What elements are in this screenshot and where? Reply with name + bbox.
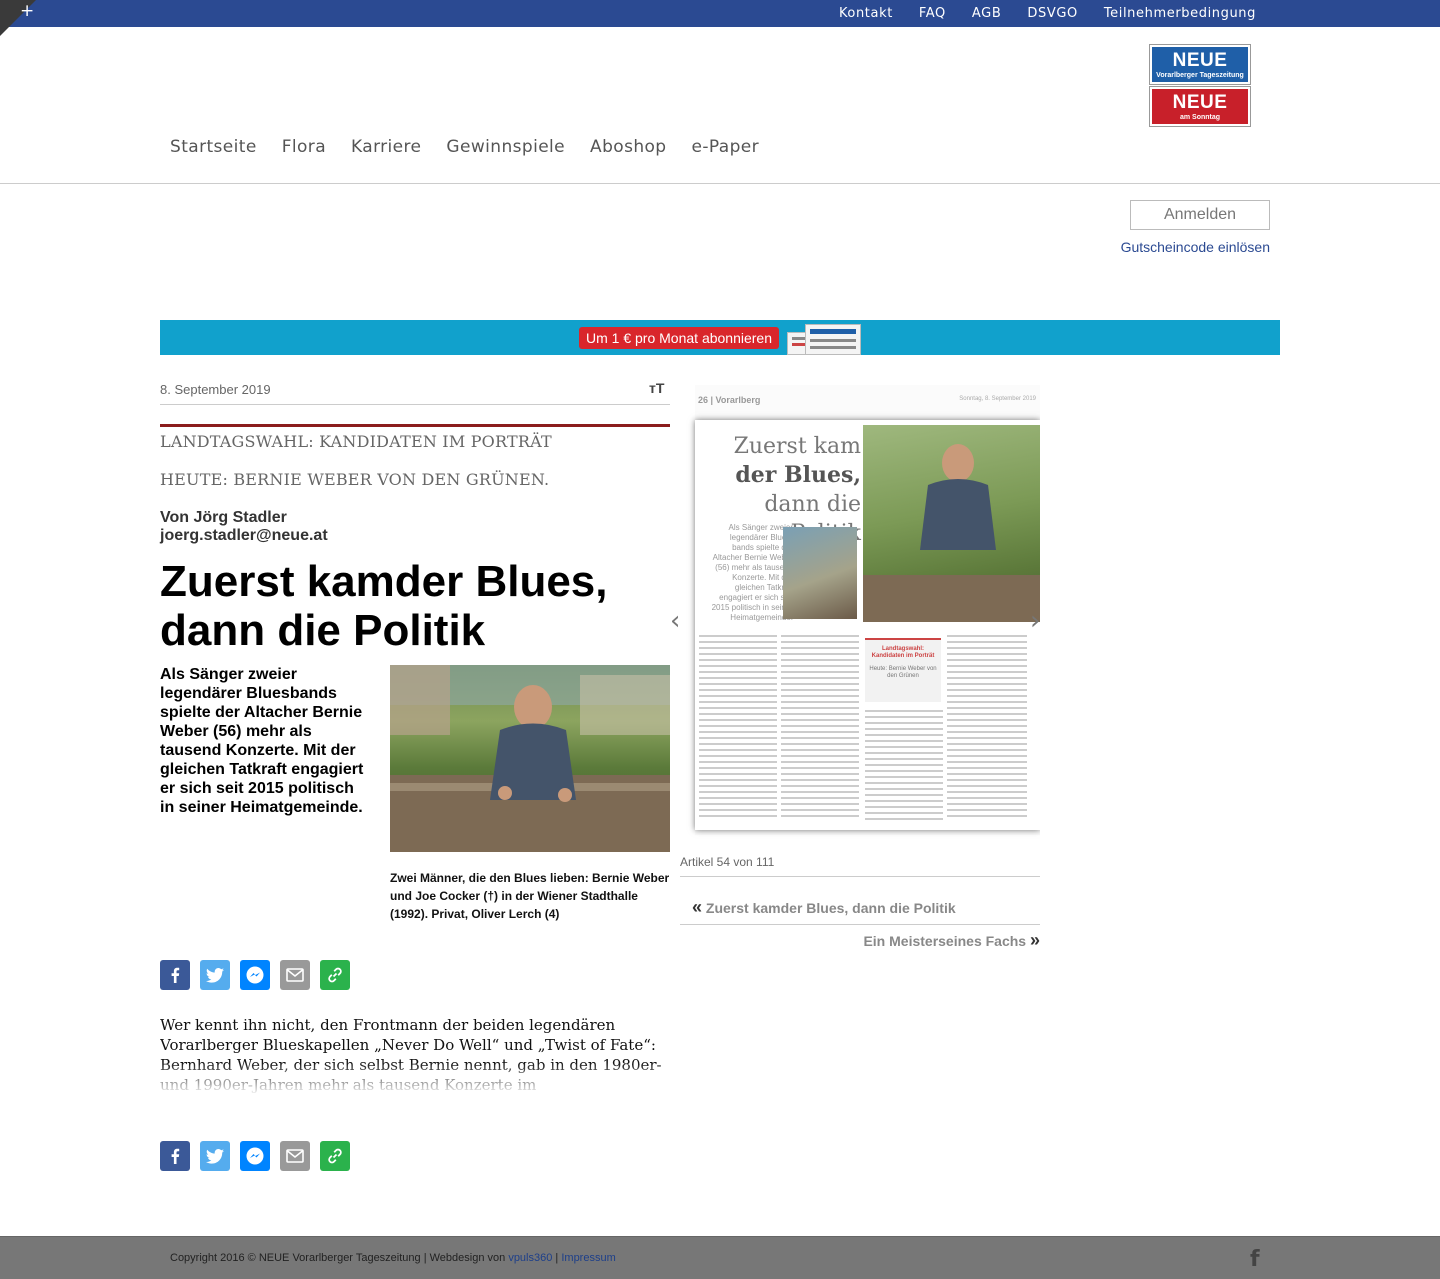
- epaper-page-header: 26 | Vorarlberg: [698, 395, 761, 405]
- impressum-link[interactable]: Impressum: [561, 1252, 615, 1264]
- font-size-icon[interactable]: тT: [649, 380, 664, 396]
- nav-karriere[interactable]: Karriere: [351, 137, 421, 157]
- messenger-icon: [246, 966, 264, 984]
- newspaper-stack-image: [787, 324, 861, 355]
- twitter-icon: [206, 1148, 224, 1164]
- share-twitter-button[interactable]: [200, 1141, 230, 1171]
- epaper-lead: Als Sänger zweier legendärer Blues-bands…: [711, 523, 793, 622]
- main-nav: Startseite Flora Karriere Gewinnspiele A…: [170, 137, 784, 157]
- share-copylink-button[interactable]: [320, 1141, 350, 1171]
- chevron-right-icon[interactable]: ›: [1030, 608, 1040, 634]
- share-messenger-button[interactable]: [240, 960, 270, 990]
- share-messenger-button[interactable]: [240, 1141, 270, 1171]
- article-paywall-fade: [160, 1062, 680, 1094]
- top-links: Kontakt FAQ AGB DSVGO Teilnehmerbedingun…: [813, 0, 1256, 27]
- plus-icon[interactable]: +: [20, 1, 34, 21]
- voucher-link[interactable]: Gutscheincode einlösen: [1121, 239, 1270, 255]
- messenger-icon: [246, 1147, 264, 1165]
- share-twitter-button[interactable]: [200, 960, 230, 990]
- nav-startseite[interactable]: Startseite: [170, 137, 257, 157]
- pager-divider-bottom: [680, 924, 1040, 925]
- toplink-agb[interactable]: AGB: [972, 6, 1001, 21]
- twitter-icon: [206, 967, 224, 983]
- photo-caption: Zwei Männer, die den Blues lieben: Berni…: [390, 871, 670, 921]
- share-bar-top: [160, 960, 360, 990]
- email-icon: [286, 968, 304, 982]
- facebook-icon[interactable]: f: [1250, 1247, 1260, 1272]
- share-email-button[interactable]: [280, 960, 310, 990]
- link-icon: [328, 1148, 342, 1164]
- email-icon: [286, 1149, 304, 1163]
- nav-divider: [0, 183, 1440, 184]
- article-counter: Artikel 54 von 111: [680, 855, 775, 869]
- kicker-rule: [160, 424, 670, 427]
- nav-epaper[interactable]: e-Paper: [692, 137, 760, 157]
- footer-separator: |: [555, 1252, 559, 1264]
- next-article-title: Ein Meisterseines Fachs: [863, 933, 1027, 949]
- author-name: Von Jörg Stadler: [160, 509, 287, 526]
- toplink-dsvgo[interactable]: DSVGO: [1027, 6, 1077, 21]
- share-facebook-button[interactable]: [160, 960, 190, 990]
- article-author: Von Jörg Stadler joerg.stadler@neue.at: [160, 509, 328, 545]
- share-facebook-button[interactable]: [160, 1141, 190, 1171]
- sonntag-logo-wordmark: NEUE: [1172, 92, 1228, 113]
- date-divider: [160, 404, 670, 405]
- facebook-icon: [171, 1148, 180, 1164]
- top-bar: Kontakt FAQ AGB DSVGO Teilnehmerbedingun…: [0, 0, 1440, 27]
- article-lead: Als Sänger zweier legendärer Bluesbands …: [160, 666, 364, 816]
- article-photo-illustration: [390, 665, 670, 852]
- next-quote-icon: »: [1029, 930, 1040, 950]
- toplink-teilnehmerbedingung[interactable]: Teilnehmerbedingung: [1104, 6, 1256, 21]
- link-icon: [328, 967, 342, 983]
- previous-article-link[interactable]: « Zuerst kamder Blues, dann die Politik: [692, 897, 956, 918]
- sonntag-logo-subtitle: am Sonntag: [1179, 114, 1221, 121]
- epaper-text-column: [699, 635, 777, 825]
- epaper-main-photo: [863, 425, 1040, 622]
- toplink-faq[interactable]: FAQ: [919, 6, 946, 21]
- pager-divider-top: [680, 876, 1040, 877]
- chevron-left-icon[interactable]: ‹: [670, 608, 680, 634]
- nav-aboshop[interactable]: Aboshop: [590, 137, 666, 157]
- copyright-text: Copyright 2016 © NEUE Vorarlberger Tages…: [170, 1252, 506, 1264]
- footer-copyright: Copyright 2016 © NEUE Vorarlberger Tages…: [170, 1252, 616, 1264]
- vendor-link[interactable]: vpuls360: [508, 1252, 552, 1264]
- article-kicker: LANDTAGSWAHL: KANDIDATEN IM PORTRÄT: [160, 432, 552, 451]
- neue-logo[interactable]: NEUE Vorarlberger Tageszeitung: [1149, 44, 1251, 85]
- nav-gewinnspiele[interactable]: Gewinnspiele: [446, 137, 565, 157]
- author-email[interactable]: joerg.stadler@neue.at: [160, 527, 328, 545]
- share-bar-bottom: [160, 1141, 360, 1171]
- epaper-box-title: Landtagswahl: Kandidaten im Porträt: [871, 646, 935, 659]
- facebook-icon: [171, 967, 180, 983]
- neue-logo-wordmark: NEUE: [1172, 50, 1228, 71]
- previous-quote-icon: «: [692, 897, 703, 917]
- footer: Copyright 2016 © NEUE Vorarlberger Tages…: [0, 1236, 1440, 1279]
- epaper-article-spread[interactable]: Zuerst kam der Blues, dann die Politik A…: [695, 420, 1040, 830]
- epaper-text-column: [865, 710, 943, 825]
- promo-banner[interactable]: Um 1 € pro Monat abonnieren: [160, 320, 1280, 355]
- epaper-headline-line2: der Blues,: [735, 462, 861, 488]
- epaper-page-date: Sonntag, 8. September 2019: [959, 396, 1036, 402]
- article-date: 8. September 2019: [160, 382, 271, 397]
- epaper-info-box: Landtagswahl: Kandidaten im Porträt Heut…: [865, 638, 941, 702]
- neue-am-sonntag-logo[interactable]: NEUE am Sonntag: [1149, 86, 1251, 127]
- next-article-link[interactable]: Ein Meisterseines Fachs »: [863, 930, 1040, 951]
- share-email-button[interactable]: [280, 1141, 310, 1171]
- epaper-text-column: [781, 635, 859, 825]
- epaper-inset-photo: [783, 527, 857, 619]
- epaper-box-subtitle: Heute: Bernie Weber von den Grünen: [869, 666, 937, 679]
- subscribe-button[interactable]: Um 1 € pro Monat abonnieren: [579, 327, 779, 349]
- article-subkicker: HEUTE: BERNIE WEBER VON DEN GRÜNEN.: [160, 470, 550, 489]
- neue-logo-subtitle: Vorarlberger Tageszeitung: [1156, 72, 1244, 79]
- toplink-kontakt[interactable]: Kontakt: [839, 6, 893, 21]
- epaper-text-column: [947, 635, 1027, 825]
- login-button[interactable]: Anmelden: [1130, 200, 1270, 230]
- epaper-viewer[interactable]: 26 | Vorarlberg Sonntag, 8. September 20…: [680, 385, 1040, 850]
- article-headline: Zuerst kamder Blues, dann die Politik: [160, 557, 608, 655]
- share-copylink-button[interactable]: [320, 960, 350, 990]
- epaper-main-photo-illustration: [863, 444, 1040, 622]
- previous-article-title: Zuerst kamder Blues, dann die Politik: [705, 900, 956, 916]
- nav-flora[interactable]: Flora: [282, 137, 326, 157]
- article-photo[interactable]: [390, 665, 670, 852]
- epaper-headline-line1: Zuerst kam: [733, 434, 861, 459]
